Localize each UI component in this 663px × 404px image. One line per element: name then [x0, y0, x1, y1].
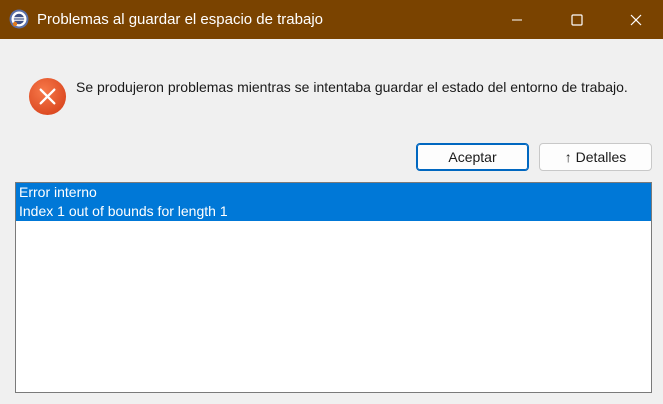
- maximize-button[interactable]: [549, 0, 605, 39]
- close-button[interactable]: [608, 0, 663, 39]
- details-toggle-button[interactable]: ↑ Detalles: [539, 143, 652, 171]
- dialog-window: Problemas al guardar el espacio de traba…: [0, 0, 663, 404]
- accept-button[interactable]: Aceptar: [416, 143, 529, 171]
- list-item[interactable]: Error interno: [16, 183, 651, 202]
- error-icon: [28, 77, 67, 116]
- maximize-icon: [571, 13, 583, 26]
- error-message: Se produjeron problemas mientras se inte…: [76, 79, 628, 95]
- title-bar[interactable]: Problemas al guardar el espacio de traba…: [0, 0, 663, 39]
- list-item[interactable]: Index 1 out of bounds for length 1: [16, 202, 651, 221]
- eclipse-app-icon: [9, 9, 29, 29]
- minimize-icon: [512, 19, 522, 20]
- window-title: Problemas al guardar el espacio de traba…: [37, 11, 324, 28]
- details-list[interactable]: Error interno Index 1 out of bounds for …: [15, 182, 652, 393]
- close-icon: [630, 14, 642, 25]
- minimize-button[interactable]: [489, 0, 545, 39]
